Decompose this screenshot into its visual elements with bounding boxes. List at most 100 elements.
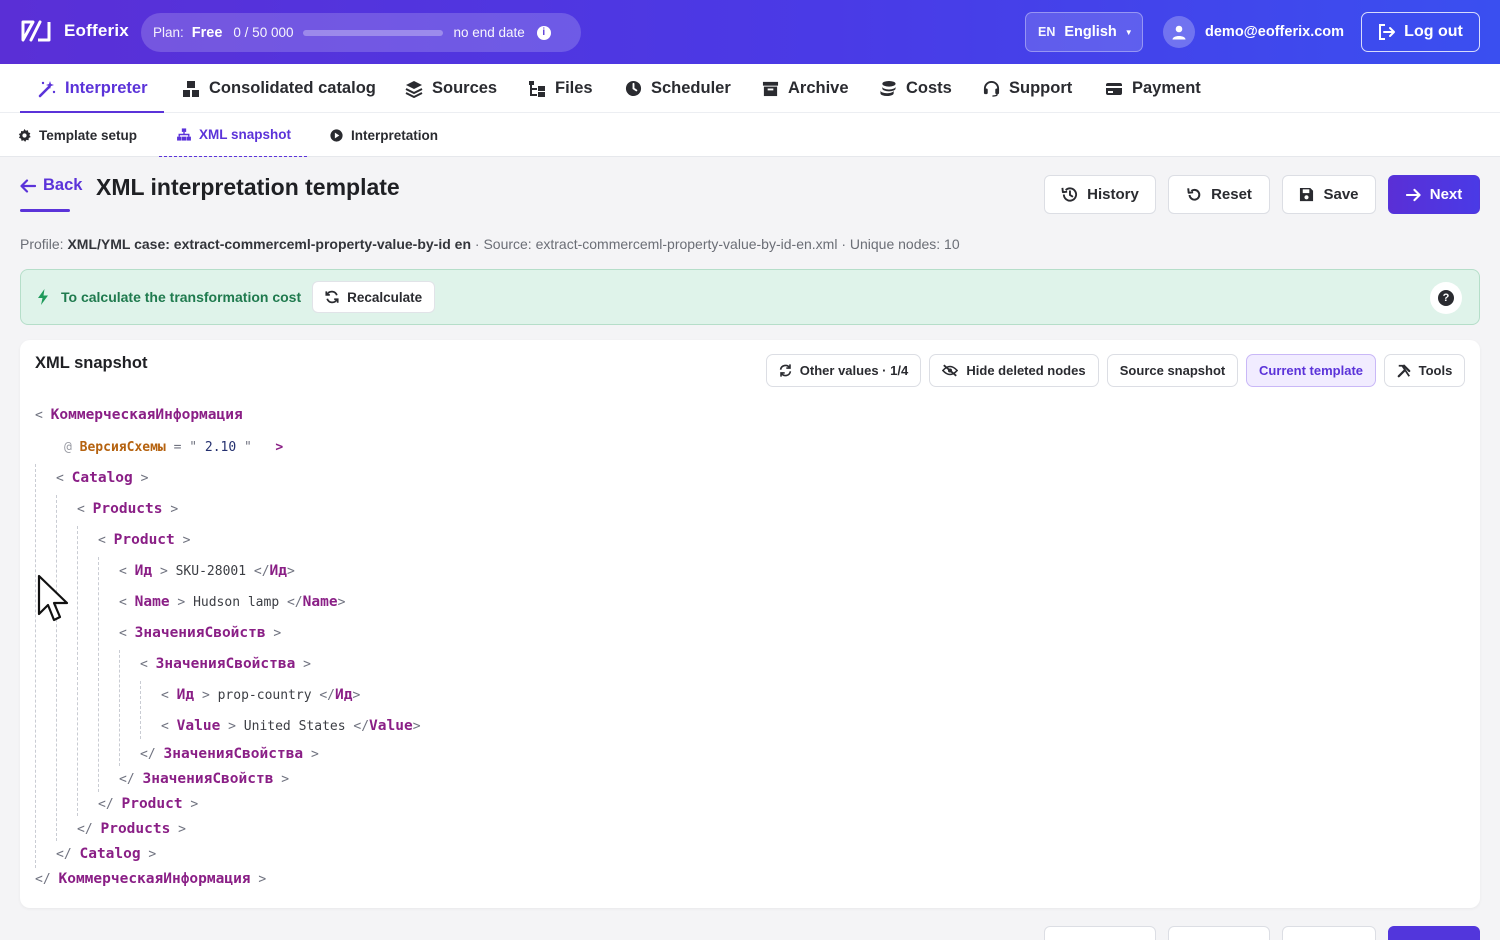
xml-attribute[interactable]: @ ВерсияСхемы = " 2.10 " > [64, 440, 283, 455]
tab-label: XML snapshot [199, 127, 292, 142]
app-logo[interactable]: Eofferix [20, 18, 129, 44]
tab-template-setup[interactable]: Template setup [18, 113, 137, 157]
tab-costs[interactable]: Costs [879, 64, 952, 113]
xml-node-root-close[interactable]: </ КоммерческаяИнформация > [35, 871, 266, 887]
source-info: · Source: extract-commerceml-property-va… [474, 236, 960, 252]
xml-tag: КоммерческаяИнформация [50, 407, 243, 423]
profile-info: Profile: XML/YML case: extract-commercem… [20, 236, 960, 252]
tools-button[interactable]: Tools [1384, 354, 1465, 387]
question-icon: ? [1438, 290, 1454, 306]
xml-node-prop-id[interactable]: < Ид > prop-country </Ид> [161, 687, 360, 703]
current-template-button[interactable]: Current template [1246, 354, 1376, 387]
recalculate-button[interactable]: Recalculate [312, 281, 436, 313]
next-label: Next [1429, 186, 1463, 203]
language-code: EN [1038, 25, 1056, 39]
tab-archive[interactable]: Archive [762, 64, 849, 113]
clock-icon [625, 80, 642, 97]
cost-banner: To calculate the transformation cost Rec… [20, 269, 1480, 325]
page-title: XML interpretation template [96, 174, 400, 200]
plan-label: Plan: [153, 25, 184, 40]
tab-label: Support [1009, 79, 1073, 97]
xml-node-catalog-open[interactable]: < Catalog > [56, 470, 148, 486]
tab-files[interactable]: Files [528, 64, 593, 113]
recalculate-label: Recalculate [347, 289, 423, 305]
xml-node-products-close[interactable]: </ Products > [77, 821, 186, 837]
next-button[interactable]: Next [1388, 175, 1480, 214]
headset-icon [983, 80, 1000, 97]
plan-indicator: Plan: Free 0 / 50 000 no end date i [141, 13, 581, 52]
history-button[interactable]: History [1044, 175, 1156, 214]
bolt-icon [38, 289, 48, 305]
tab-interpreter[interactable]: Interpreter [20, 64, 164, 114]
source-snapshot-button[interactable]: Source snapshot [1107, 354, 1238, 387]
save-button-bottom[interactable] [1282, 926, 1376, 940]
user-menu[interactable]: demo@eofferix.com [1163, 16, 1344, 48]
xml-node-prop-close[interactable]: </ ЗначенияСвойства > [140, 746, 319, 762]
tab-interpretation[interactable]: Interpretation [330, 113, 438, 157]
profile-value: XML/YML case: extract-commerceml-propert… [67, 236, 471, 252]
mouse-cursor-icon [37, 574, 75, 624]
indent-guide [119, 650, 120, 766]
xml-node-props-open[interactable]: < ЗначенияСвойств > [119, 625, 281, 641]
credit-card-icon [1106, 82, 1122, 95]
cubes-icon [183, 80, 199, 97]
language-name: English [1064, 24, 1117, 40]
xml-tag: Name [302, 594, 338, 610]
main-nav: Interpreter Consolidated catalog Sources… [0, 64, 1500, 114]
play-circle-icon [330, 128, 343, 142]
tab-xml-snapshot[interactable]: XML snapshot [159, 113, 307, 157]
tab-sources[interactable]: Sources [405, 64, 497, 113]
arrow-right-icon [1405, 188, 1421, 201]
xml-tag: Products [100, 821, 171, 837]
hide-deleted-nodes-button[interactable]: Hide deleted nodes [929, 354, 1099, 387]
layers-icon [405, 80, 423, 98]
xml-node-props-close[interactable]: </ ЗначенияСвойств > [119, 771, 289, 787]
next-button-bottom[interactable] [1388, 926, 1480, 940]
xml-snapshot-card: XML snapshot Other values · 1/4 Hide del… [20, 340, 1480, 908]
eye-slash-icon [942, 364, 959, 377]
xml-node-product-close[interactable]: </ Product > [98, 796, 198, 812]
history-button-bottom[interactable] [1044, 926, 1156, 940]
tab-label: Sources [432, 79, 498, 97]
xml-text: SKU-28001 [175, 564, 247, 579]
tab-payment[interactable]: Payment [1105, 64, 1201, 113]
language-selector[interactable]: EN English ▼ [1025, 12, 1143, 52]
back-label: Back [43, 176, 83, 194]
top-bar: Eofferix Plan: Free 0 / 50 000 no end da… [0, 0, 1500, 64]
save-label: Save [1323, 186, 1359, 203]
info-icon[interactable]: i [536, 25, 551, 40]
xml-node-name[interactable]: < Name > Hudson lamp </Name> [119, 594, 345, 610]
logout-button[interactable]: Log out [1361, 12, 1480, 52]
other-values-label: Other values · 1/4 [799, 363, 909, 378]
xml-node-catalog-close[interactable]: </ Catalog > [56, 846, 156, 862]
xml-node-id[interactable]: < Ид > SKU-28001 </Ид> [119, 563, 295, 579]
tab-consolidated-catalog[interactable]: Consolidated catalog [182, 64, 376, 113]
xml-text: prop-country [217, 688, 312, 703]
logout-label: Log out [1404, 23, 1463, 40]
xml-node-value[interactable]: < Value > United States </Value> [161, 718, 421, 734]
help-button[interactable]: ? [1430, 282, 1462, 314]
reset-button-bottom[interactable] [1168, 926, 1270, 940]
tab-label: Files [555, 79, 593, 97]
back-underline [20, 209, 70, 212]
caret-down-icon: ▼ [1124, 27, 1133, 37]
other-values-button[interactable]: Other values · 1/4 [766, 354, 921, 387]
avatar [1163, 16, 1195, 48]
xml-node-product-open[interactable]: < Product > [98, 532, 190, 548]
coins-icon [880, 80, 896, 97]
xml-tag: Catalog [71, 470, 133, 486]
tab-scheduler[interactable]: Scheduler [625, 64, 731, 113]
user-email: demo@eofferix.com [1205, 24, 1345, 40]
xml-node-prop-open[interactable]: < ЗначенияСвойства > [140, 656, 311, 672]
xml-node-products-open[interactable]: < Products > [77, 501, 178, 517]
tab-label: Payment [1132, 79, 1201, 97]
tab-label: Costs [906, 79, 952, 97]
save-button[interactable]: Save [1282, 175, 1376, 214]
xml-tag: ЗначенияСвойства [163, 746, 304, 762]
tab-label: Template setup [39, 127, 138, 143]
xml-node-root-open[interactable]: < КоммерческаяИнформация [35, 407, 243, 423]
back-link[interactable]: Back [20, 176, 82, 195]
reset-button[interactable]: Reset [1168, 175, 1270, 214]
tab-support[interactable]: Support [983, 64, 1072, 113]
xml-tag: Ид [176, 687, 195, 703]
